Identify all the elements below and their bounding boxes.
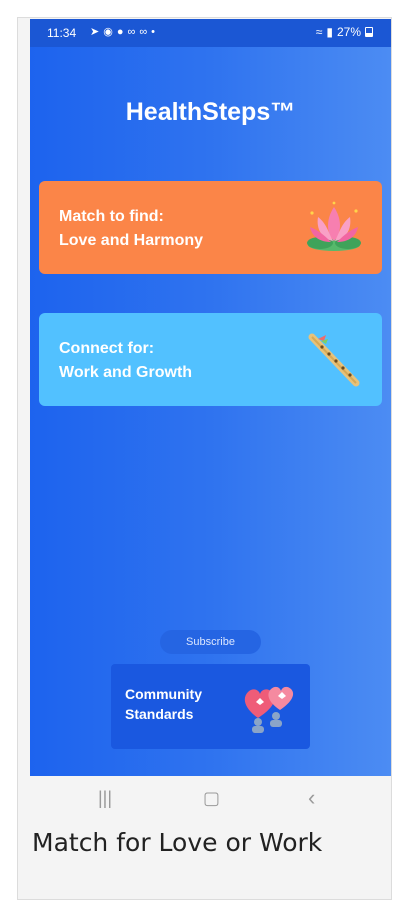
match-card[interactable]: Match to find: Love and Harmony bbox=[39, 181, 382, 274]
hearts-people-icon bbox=[244, 686, 294, 733]
back-button[interactable]: ‹ bbox=[308, 787, 315, 809]
signal-icon: ▮ bbox=[326, 25, 333, 39]
status-time: 11:34 bbox=[47, 26, 77, 40]
voicemail-icon: ∞ bbox=[139, 25, 148, 38]
recents-button[interactable]: ||| bbox=[98, 788, 112, 808]
lotus-icon bbox=[307, 201, 361, 251]
home-button[interactable]: ▢ bbox=[203, 788, 220, 808]
send-icon: ➤ bbox=[90, 26, 100, 38]
system-nav-bar: ||| ▢ ‹ bbox=[30, 776, 391, 821]
voicemail-icon: ∞ bbox=[127, 25, 136, 38]
app-screen: 11:34 ➤ ◉ ● ∞ ∞ • ≈ ▮ 27% HealthSteps™ M… bbox=[30, 19, 391, 776]
caption: Match for Love or Work bbox=[32, 828, 323, 857]
status-right: ≈ ▮ 27% bbox=[316, 25, 373, 39]
connect-card[interactable]: Connect for: Work and Growth bbox=[39, 313, 382, 406]
community-standards-button[interactable]: Community Standards bbox=[111, 664, 310, 749]
battery-level: 27% bbox=[336, 25, 361, 39]
battery-icon bbox=[365, 27, 373, 37]
subscribe-button[interactable]: Subscribe bbox=[160, 630, 261, 654]
chat-icon: ● bbox=[116, 25, 124, 38]
notification-icons: ➤ ◉ ● ∞ ∞ • bbox=[90, 25, 156, 39]
wifi-icon: ≈ bbox=[315, 25, 323, 39]
flute-icon bbox=[308, 333, 360, 387]
dot-icon: • bbox=[151, 25, 156, 38]
app-title: HealthSteps™ bbox=[125, 98, 296, 126]
status-bar: 11:34 ➤ ◉ ● ∞ ∞ • ≈ ▮ 27% bbox=[30, 19, 391, 47]
messenger-icon: ◉ bbox=[103, 26, 113, 38]
